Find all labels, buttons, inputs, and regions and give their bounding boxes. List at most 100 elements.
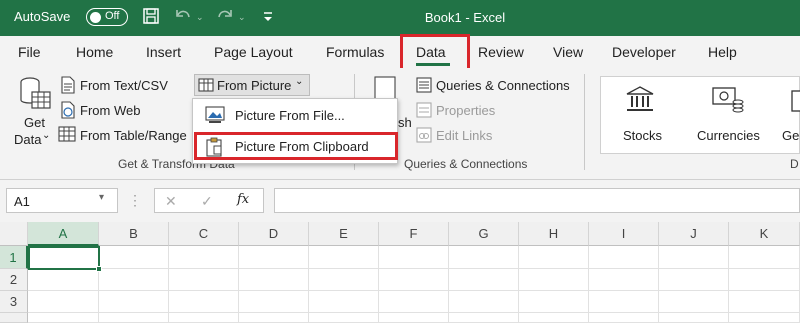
cell[interactable] [309,291,379,313]
column-header-j[interactable]: J [659,222,729,246]
get-data-label-1[interactable]: Get [24,115,45,130]
tab-file[interactable]: File [18,44,41,60]
formula-bar-grip-icon: ⋮ [128,192,142,208]
cell[interactable] [309,246,379,269]
column-header-f[interactable]: F [379,222,449,246]
cell[interactable] [729,291,800,313]
cell[interactable] [28,269,99,291]
cell[interactable] [379,269,449,291]
queries-connections-icon [416,77,432,96]
edit-links-button[interactable]: Edit Links [436,128,492,143]
column-header-d[interactable]: D [239,222,309,246]
cell[interactable] [589,269,659,291]
name-box-chevron-icon[interactable]: ▾ [99,192,104,203]
cell[interactable] [379,291,449,313]
cell[interactable] [99,313,169,323]
column-header-k[interactable]: K [729,222,800,246]
get-data-icon[interactable] [18,76,52,115]
cell[interactable] [659,291,729,313]
column-header-h[interactable]: H [519,222,589,246]
title-bar: AutoSave Off ⌄ ⌄ Book1 - Excel [0,0,800,36]
picture-from-file-item[interactable]: Picture From File... [235,108,345,123]
cell[interactable] [239,313,309,323]
stocks-button[interactable]: Stocks [623,128,662,143]
cell[interactable] [589,313,659,323]
cell[interactable] [169,269,239,291]
select-all-corner[interactable] [0,222,28,246]
enter-icon[interactable]: ✓ [201,193,213,210]
column-header-g[interactable]: G [449,222,519,246]
cell[interactable] [99,291,169,313]
column-header-e[interactable]: E [309,222,379,246]
cell[interactable] [28,291,99,313]
cell[interactable] [449,246,519,269]
cell[interactable] [239,246,309,269]
formula-input[interactable] [274,188,800,213]
cell[interactable] [309,313,379,323]
from-text-csv-button[interactable]: From Text/CSV [80,78,168,93]
cell[interactable] [729,313,800,323]
name-box[interactable]: A1 ▾ [6,188,118,213]
cell[interactable] [449,269,519,291]
get-data-chevron-icon[interactable]: ⌄ [42,130,50,141]
cell[interactable] [449,291,519,313]
cell[interactable] [379,246,449,269]
cell[interactable] [99,269,169,291]
column-header-b[interactable]: B [99,222,169,246]
tab-view[interactable]: View [553,44,583,60]
edit-links-icon [416,127,432,146]
cell[interactable] [729,269,800,291]
column-header-i[interactable]: I [589,222,659,246]
cell[interactable] [169,291,239,313]
tab-home[interactable]: Home [76,44,113,60]
cell[interactable] [519,291,589,313]
cell[interactable] [519,269,589,291]
tab-formulas[interactable]: Formulas [326,44,384,60]
geography-button[interactable]: Geo [782,128,800,143]
fill-handle[interactable] [96,266,102,272]
group-label-queries: Queries & Connections [404,157,528,171]
cell[interactable] [659,313,729,323]
group-separator [584,74,585,170]
row-header-3[interactable]: 3 [0,291,28,313]
tab-developer[interactable]: Developer [612,44,676,60]
tab-help[interactable]: Help [708,44,737,60]
refresh-all-label[interactable]: sh [398,115,412,130]
column-header-a[interactable]: A [28,222,99,246]
cell[interactable] [99,246,169,269]
active-cell-a1[interactable] [28,246,100,270]
properties-button[interactable]: Properties [436,103,495,118]
cell[interactable] [169,313,239,323]
cell[interactable] [519,313,589,323]
cell[interactable] [589,246,659,269]
from-picture-button[interactable]: From Picture ⌄ [194,74,310,96]
cell[interactable] [589,291,659,313]
insert-function-icon[interactable]: fx [237,192,249,207]
from-picture-chevron-icon: ⌄ [295,76,304,87]
cell[interactable] [519,246,589,269]
cell[interactable] [239,269,309,291]
row-header-1[interactable]: 1 [0,246,28,269]
cell[interactable] [659,246,729,269]
from-table-range-button[interactable]: From Table/Range [80,128,187,143]
tab-review[interactable]: Review [478,44,524,60]
column-header-c[interactable]: C [169,222,239,246]
cell[interactable] [659,269,729,291]
cancel-icon[interactable]: ✕ [165,193,177,210]
cell[interactable] [729,246,800,269]
cell[interactable] [239,291,309,313]
row-header-2[interactable]: 2 [0,269,28,291]
from-web-button[interactable]: From Web [80,103,140,118]
get-data-label-2[interactable]: Data [14,132,41,147]
tab-insert[interactable]: Insert [146,44,181,60]
cell[interactable] [379,313,449,323]
cell[interactable] [449,313,519,323]
queries-connections-button[interactable]: Queries & Connections [436,78,570,93]
data-types-gallery: Stocks Currencies Geo [600,76,800,154]
name-box-value: A1 [14,194,30,209]
cell[interactable] [28,313,99,323]
currencies-button[interactable]: Currencies [697,128,760,143]
cell[interactable] [169,246,239,269]
tab-page-layout[interactable]: Page Layout [214,44,293,60]
cell[interactable] [309,269,379,291]
